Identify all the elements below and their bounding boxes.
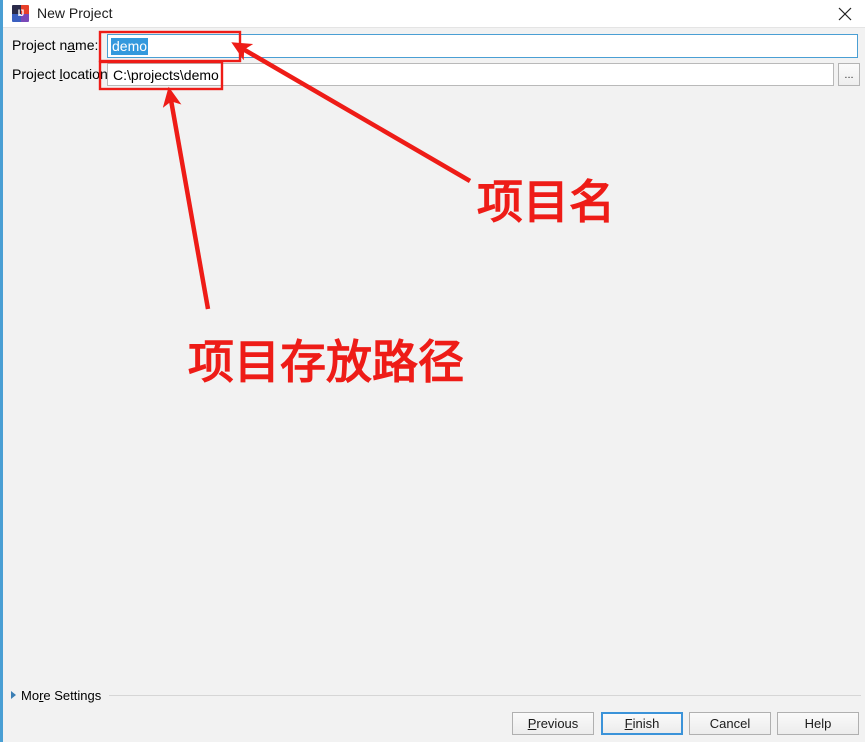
project-name-label-pre: Project n	[12, 37, 68, 53]
finish-button[interactable]: Finish	[601, 712, 683, 735]
app-icon-text: IJ	[17, 8, 25, 18]
more-settings-divider	[109, 695, 861, 696]
more-settings-toggle[interactable]: More Settings	[11, 687, 101, 703]
more-settings-label: More Settings	[21, 688, 101, 703]
title-bar: IJ New Project	[3, 0, 865, 28]
more-settings-label-post: e Settings	[43, 687, 102, 703]
previous-button[interactable]: Previous	[512, 712, 594, 735]
help-button[interactable]: Help	[777, 712, 859, 735]
project-name-label-post: me:	[75, 37, 99, 53]
close-button[interactable]	[825, 0, 865, 27]
window-title: New Project	[37, 5, 113, 21]
annotation-project-path-text: 项目存放路径	[188, 335, 464, 389]
cancel-button[interactable]: Cancel	[689, 712, 771, 735]
project-location-label-post: ocation:	[62, 66, 112, 82]
project-name-label-mnemonic: a	[67, 37, 76, 53]
project-location-label-pre: Project	[12, 66, 60, 82]
finish-button-mnemonic: F	[624, 716, 633, 731]
finish-button-label: inish	[632, 716, 660, 731]
cancel-button-label: Cancel	[709, 716, 751, 731]
annotation-project-name-text: 项目名	[477, 175, 615, 229]
project-location-input[interactable]	[107, 63, 834, 86]
triangle-right-icon	[11, 691, 16, 699]
project-name-label: Project name:	[12, 37, 98, 53]
project-location-label: Project location:	[12, 66, 112, 82]
previous-button-label: revious	[536, 716, 579, 731]
intellij-idea-icon: IJ	[12, 5, 29, 22]
more-settings-label-pre: Mo	[21, 687, 40, 703]
project-name-input[interactable]	[107, 34, 858, 58]
browse-location-button[interactable]: ...	[838, 63, 860, 86]
close-icon	[838, 7, 852, 21]
help-button-label: Help	[804, 716, 832, 731]
